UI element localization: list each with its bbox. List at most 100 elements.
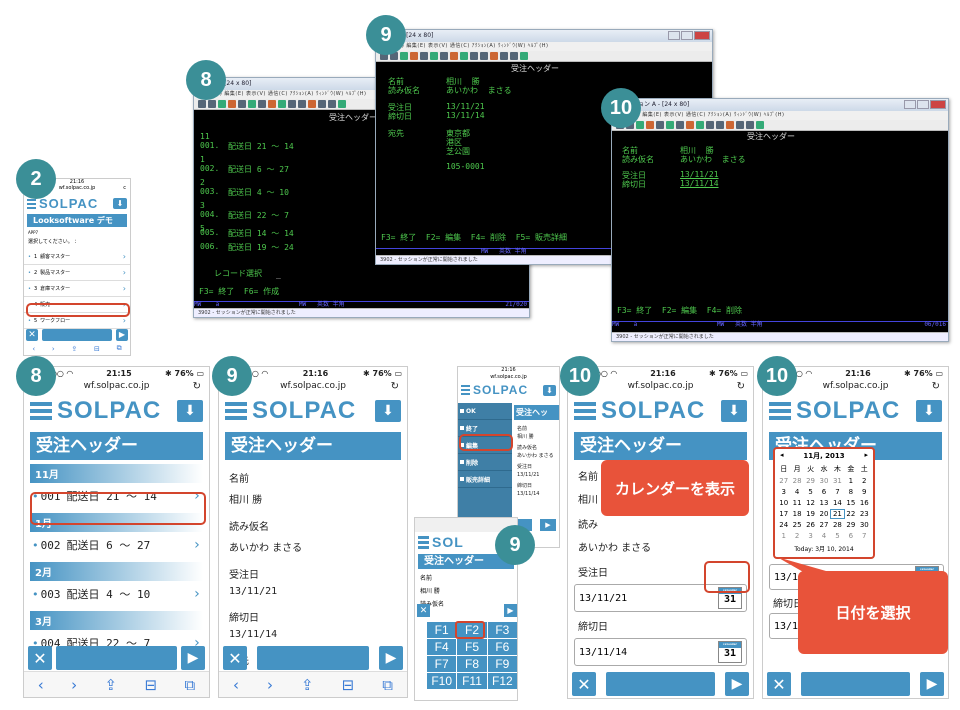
calendar-day[interactable]: 28 bbox=[831, 521, 844, 529]
browser-nav[interactable]: ‹ › ⇪ ⊟ ⧉ bbox=[24, 671, 209, 697]
calendar-day[interactable]: 15 bbox=[844, 499, 857, 507]
back-icon[interactable]: ‹ bbox=[38, 676, 44, 694]
url-bar[interactable]: wf.solpac.co.jp bbox=[458, 374, 559, 382]
play-icon[interactable]: ▶ bbox=[920, 672, 944, 696]
next-month-icon[interactable]: ▸ bbox=[864, 451, 868, 461]
calendar-day[interactable]: 3 bbox=[804, 532, 817, 540]
play-icon[interactable]: ▶ bbox=[181, 646, 205, 670]
calendar-day[interactable]: 27 bbox=[777, 477, 790, 485]
calendar-day[interactable]: 24 bbox=[777, 521, 790, 529]
calendar-day[interactable]: 18 bbox=[790, 510, 803, 518]
calendar-day[interactable]: 2 bbox=[790, 532, 803, 540]
calendar-day[interactable]: 8 bbox=[844, 488, 857, 496]
close-date-input[interactable]: 13/11/14 bbox=[680, 179, 719, 188]
forward-icon[interactable]: › bbox=[267, 676, 273, 694]
menu-item[interactable]: • 2 製品マスター › bbox=[24, 265, 130, 281]
calendar-day[interactable]: 31 bbox=[831, 477, 844, 485]
toolbar[interactable] bbox=[376, 51, 712, 62]
calendar-day[interactable]: 7 bbox=[858, 532, 871, 540]
calendar-day[interactable]: 9 bbox=[858, 488, 871, 496]
terminal-screen[interactable]: 受注ヘッダー 名前 相川 勝 読み仮名 あいかわ まさる 受注日 13/11/2… bbox=[612, 131, 948, 332]
close-button[interactable] bbox=[694, 31, 710, 40]
calendar-day[interactable]: 13 bbox=[817, 499, 830, 507]
close-icon[interactable]: ✕ bbox=[223, 646, 247, 670]
function-key[interactable]: F11 bbox=[457, 673, 487, 689]
close-icon[interactable]: ✕ bbox=[26, 328, 38, 341]
calendar-day[interactable]: 22 bbox=[844, 510, 857, 518]
function-key[interactable]: F4 bbox=[427, 639, 457, 655]
calendar-day[interactable]: 6 bbox=[817, 488, 830, 496]
download-icon[interactable]: ⬇ bbox=[113, 198, 127, 209]
play-icon[interactable]: ▶ bbox=[540, 519, 556, 531]
calendar-day[interactable]: 29 bbox=[844, 521, 857, 529]
calendar-day[interactable]: 27 bbox=[817, 521, 830, 529]
calendar-day[interactable]: 20 bbox=[817, 510, 830, 518]
calendar-day[interactable]: 1 bbox=[844, 477, 857, 485]
close-button[interactable] bbox=[930, 100, 946, 109]
menu-icon[interactable] bbox=[418, 535, 429, 549]
calendar-day[interactable]: 6 bbox=[844, 532, 857, 540]
function-key[interactable]: F6 bbox=[487, 639, 517, 655]
calendar-day[interactable]: 1 bbox=[777, 532, 790, 540]
browser-nav[interactable]: ‹ › ⇪ ⊟ ⧉ bbox=[24, 342, 130, 355]
back-icon[interactable]: ‹ bbox=[233, 676, 239, 694]
function-key[interactable]: F3 bbox=[487, 622, 517, 638]
function-key[interactable]: F1 bbox=[427, 622, 457, 638]
share-icon[interactable]: ⇪ bbox=[301, 676, 314, 694]
menu-icon[interactable] bbox=[30, 402, 52, 420]
maximize-button[interactable] bbox=[681, 31, 693, 40]
minimize-button[interactable] bbox=[668, 31, 680, 40]
function-key[interactable]: F5 bbox=[457, 639, 487, 655]
function-key[interactable]: F10 bbox=[427, 673, 457, 689]
order-date-input[interactable]: 13/11/21 bbox=[680, 170, 719, 179]
download-icon[interactable]: ⬇ bbox=[543, 384, 556, 396]
download-icon[interactable]: ⬇ bbox=[721, 400, 747, 422]
menu-item[interactable]: • 3 倉庫マスター › bbox=[24, 281, 130, 297]
calendar-day[interactable]: 28 bbox=[790, 477, 803, 485]
close-icon[interactable]: ✕ bbox=[28, 646, 52, 670]
list-item[interactable]: • 002 配送日 6 ～ 27 › bbox=[24, 532, 209, 558]
maximize-button[interactable] bbox=[917, 100, 929, 109]
close-icon[interactable]: ✕ bbox=[417, 604, 430, 617]
menu-bar[interactable]: ﾌｧｲﾙ(F) 編集(E) 表示(V) 通信(C) ｱｸｼｮﾝ(A) ｳｨﾝﾄﾞ… bbox=[376, 42, 712, 51]
close-icon[interactable]: ✕ bbox=[767, 672, 791, 696]
side-menu-item[interactable]: 削除 bbox=[458, 454, 512, 471]
download-icon[interactable]: ⬇ bbox=[916, 400, 942, 422]
minimize-button[interactable] bbox=[904, 100, 916, 109]
bookmarks-icon[interactable]: ⊟ bbox=[145, 676, 158, 694]
share-icon[interactable]: ⇪ bbox=[105, 676, 118, 694]
calendar-icon[interactable]: calendar31 bbox=[718, 641, 742, 663]
play-icon[interactable]: ▶ bbox=[504, 604, 517, 617]
menu-icon[interactable] bbox=[574, 402, 596, 420]
download-icon[interactable]: ⬇ bbox=[177, 400, 203, 422]
close-date-input[interactable]: 13/11/14 calendar31 bbox=[574, 638, 747, 666]
side-menu-item[interactable]: OK bbox=[458, 403, 512, 420]
browser-nav[interactable]: ‹ › ⇪ ⊟ ⧉ bbox=[219, 671, 407, 697]
side-menu-item[interactable]: 販売詳細 bbox=[458, 471, 512, 488]
play-icon[interactable]: ▶ bbox=[725, 672, 749, 696]
list-item[interactable]: • 003 配送日 4 ～ 10 › bbox=[24, 581, 209, 607]
calendar-day[interactable]: 23 bbox=[858, 510, 871, 518]
date-picker[interactable]: ◂ 11月, 2013 ▸ 日月火水木金土 27 28 29 30 31 1 2 3 4 5 6 7 8 9 10… bbox=[773, 447, 875, 559]
calendar-day[interactable]: 11 bbox=[790, 499, 803, 507]
calendar-day[interactable]: 14 bbox=[831, 499, 844, 507]
menu-icon[interactable] bbox=[27, 198, 36, 209]
calendar-day[interactable]: 30 bbox=[817, 477, 830, 485]
menu-icon[interactable] bbox=[461, 385, 470, 395]
calendar-day[interactable]: 12 bbox=[804, 499, 817, 507]
calendar-day[interactable]: 29 bbox=[804, 477, 817, 485]
calendar-day[interactable]: 10 bbox=[777, 499, 790, 507]
calendar-day[interactable]: 17 bbox=[777, 510, 790, 518]
calendar-day[interactable]: 7 bbox=[831, 488, 844, 496]
calendar-day[interactable]: 3 bbox=[777, 488, 790, 496]
calendar-day[interactable]: 19 bbox=[804, 510, 817, 518]
menu-icon[interactable] bbox=[225, 402, 247, 420]
calendar-day[interactable]: 30 bbox=[858, 521, 871, 529]
prev-month-icon[interactable]: ◂ bbox=[780, 451, 784, 461]
function-key[interactable]: F8 bbox=[457, 656, 487, 672]
calendar-day[interactable]: 4 bbox=[817, 532, 830, 540]
function-key[interactable]: F7 bbox=[427, 656, 457, 672]
bookmarks-icon[interactable]: ⊟ bbox=[342, 676, 355, 694]
function-key[interactable]: F9 bbox=[487, 656, 517, 672]
function-key[interactable]: F12 bbox=[487, 673, 517, 689]
